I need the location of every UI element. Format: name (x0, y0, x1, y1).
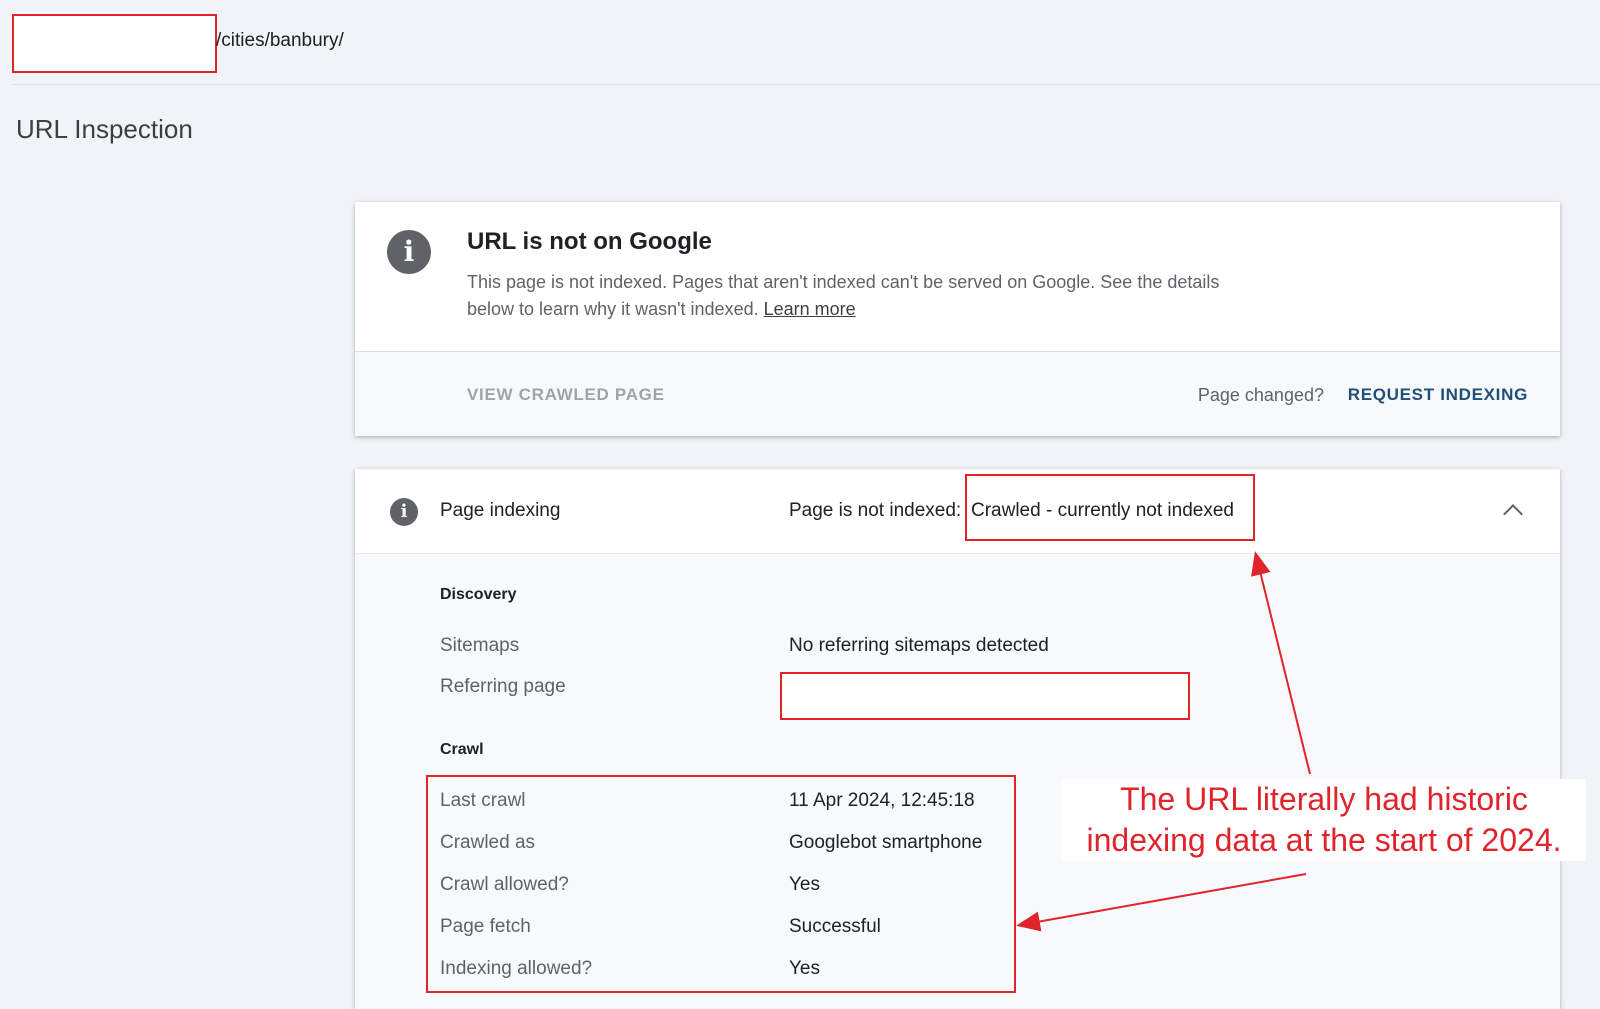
redacted-domain (12, 14, 217, 73)
page-title: URL Inspection (16, 114, 193, 144)
info-icon: i (387, 230, 431, 274)
page-indexing-status-prefix: Page is not indexed: (789, 500, 962, 521)
referring-page-label: Referring page (440, 676, 566, 697)
index-status-card: i URL is not on Google This page is not … (355, 202, 1560, 436)
crawl-heading: Crawl (440, 741, 484, 758)
sitemaps-label: Sitemaps (440, 635, 520, 656)
top-divider (12, 84, 1600, 85)
page-indexing-header[interactable]: i Page indexing Page is not indexed: Cra… (355, 469, 1560, 553)
view-crawled-page-button[interactable]: VIEW CRAWLED PAGE (467, 385, 665, 405)
status-title: URL is not on Google (467, 228, 712, 255)
request-indexing-button[interactable]: REQUEST INDEXING (1348, 385, 1528, 405)
status-description: This page is not indexed. Pages that are… (467, 269, 1237, 323)
sitemaps-value: No referring sitemaps detected (789, 635, 1049, 656)
status-highlight-box (965, 474, 1255, 541)
learn-more-link[interactable]: Learn more (764, 299, 856, 319)
crawl-highlight-box (426, 775, 1016, 993)
annotation-callout: The URL literally had historic indexing … (1062, 779, 1586, 861)
annotation-line-2: indexing data at the start of 2024. (1086, 822, 1562, 858)
annotation-line-1: The URL literally had historic (1120, 781, 1528, 817)
discovery-heading: Discovery (440, 586, 517, 603)
redacted-referring-page (780, 672, 1190, 720)
info-icon: i (390, 498, 418, 526)
chevron-up-icon[interactable] (1503, 504, 1523, 524)
inspected-url: /cities/banbury/ (216, 30, 344, 51)
page-indexing-label: Page indexing (440, 500, 561, 521)
top-bar: /cities/banbury/ (0, 0, 1600, 85)
page-changed-label: Page changed? (1197, 385, 1324, 405)
